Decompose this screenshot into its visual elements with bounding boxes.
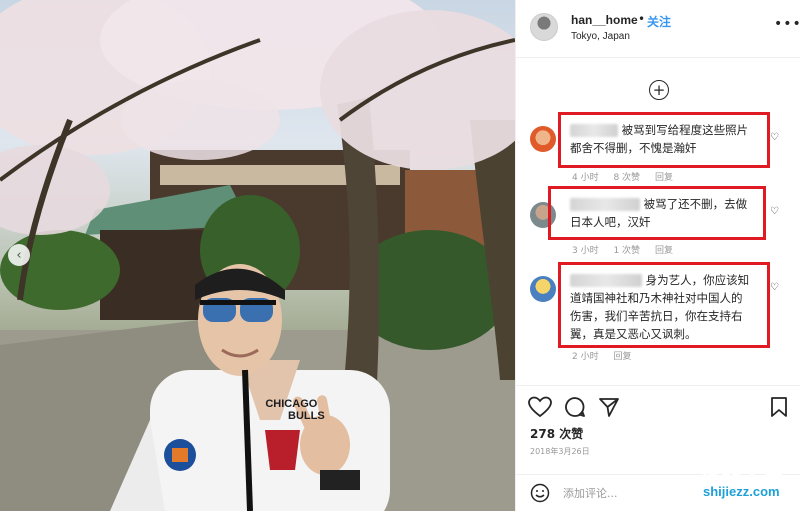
comment-text-line: 都舍不得删，不愧是瀚奸 <box>570 141 697 155</box>
comment-text: 被骂了还不删，去做 日本人吧，汉奸 <box>570 195 747 231</box>
watermark-title: 世界之最 <box>700 461 784 485</box>
heart-icon[interactable] <box>528 396 552 418</box>
comment-text-line: 日本人吧，汉奸 <box>570 215 651 229</box>
post-location[interactable]: Tokyo, Japan <box>571 31 630 42</box>
comment-icon[interactable] <box>564 396 586 418</box>
post-header: han__home • 关注 Tokyo, Japan ••• <box>516 0 800 58</box>
post-date: 2018年3月26日 <box>530 447 590 456</box>
comment-meta: 4 小时 8 次赞 回复 <box>572 170 685 183</box>
previous-photo-button[interactable]: ‹ <box>8 244 30 266</box>
poster-username[interactable]: han__home <box>571 13 638 27</box>
comment-meta: 2 小时 回复 <box>572 349 643 362</box>
comment-time: 3 小时 <box>572 246 599 256</box>
watermark-url: shijiezz.com <box>703 484 780 499</box>
comment-text-line: 被骂到写给程度这些照片 <box>621 123 749 137</box>
comment-item: 被骂到写给程度这些照片 都舍不得删，不愧是瀚奸 ♡ 4 小时 8 次赞 回复 <box>516 112 800 183</box>
photo-illustration <box>0 0 515 511</box>
jacket-brand-line1: CHICAGO <box>265 398 318 410</box>
header-separator: • <box>638 12 646 26</box>
comment-likes[interactable]: 8 次赞 <box>613 173 640 183</box>
site-watermark: 世界之最 shijiezz.com <box>700 462 798 500</box>
post-photo[interactable]: CHICAGO BULLS ‹ <box>0 0 515 511</box>
reply-button[interactable]: 回复 <box>655 246 673 256</box>
comment-text-line: 伤害，我们辛苦抗日，你在支持右 <box>570 309 743 323</box>
load-more-comments-icon[interactable]: + <box>649 80 669 100</box>
comment-text: 被骂到写给程度这些照片 都舍不得删，不愧是瀚奸 <box>570 121 748 157</box>
more-horizontal-icon[interactable]: ••• <box>774 16 800 32</box>
blurred-username <box>570 274 642 287</box>
like-comment-heart-icon[interactable]: ♡ <box>770 132 779 143</box>
commenter-avatar[interactable] <box>530 126 556 152</box>
comment-likes[interactable]: 1 次赞 <box>613 246 640 256</box>
comment-text-line: 身为艺人，你应该知 <box>645 273 750 287</box>
post-side-panel: han__home • 关注 Tokyo, Japan ••• + 被骂到写给程… <box>515 0 800 511</box>
emoji-icon[interactable] <box>530 483 550 503</box>
add-comment-input[interactable]: 添加评论... <box>563 485 618 501</box>
instagram-post-view: CHICAGO BULLS ‹ han__home • 关注 Tokyo, Ja… <box>0 0 800 511</box>
follow-button[interactable]: 关注 <box>647 13 671 30</box>
blurred-username <box>570 198 640 211</box>
bookmark-icon[interactable] <box>770 396 788 418</box>
comment-time: 4 小时 <box>572 173 599 183</box>
share-icon[interactable] <box>598 396 620 418</box>
comment-item: 被骂了还不删，去做 日本人吧，汉奸 ♡ 3 小时 1 次赞 回复 <box>516 186 800 256</box>
jacket-brand-line2: BULLS <box>288 410 325 422</box>
blurred-username <box>570 124 618 137</box>
poster-avatar[interactable] <box>530 13 558 41</box>
comment-text-line: 翼，真是又恶心又讽刺。 <box>570 327 697 341</box>
reply-button[interactable]: 回复 <box>655 173 673 183</box>
comment-time: 2 小时 <box>572 352 599 362</box>
reply-button[interactable]: 回复 <box>613 352 631 362</box>
comment-meta: 3 小时 1 次赞 回复 <box>572 243 685 256</box>
like-comment-heart-icon[interactable]: ♡ <box>770 282 779 293</box>
comment-item: 身为艺人，你应该知 道靖国神社和乃木神社对中国人的 伤害，我们辛苦抗日，你在支持… <box>516 262 800 372</box>
like-count[interactable]: 278 次赞 <box>530 425 583 442</box>
comment-text-line: 被骂了还不删，去做 <box>643 197 748 211</box>
comment-text: 身为艺人，你应该知 道靖国神社和乃木神社对中国人的 伤害，我们辛苦抗日，你在支持… <box>570 271 749 343</box>
commenter-avatar[interactable] <box>530 276 556 302</box>
like-comment-heart-icon[interactable]: ♡ <box>770 206 779 217</box>
chevron-left-icon: ‹ <box>16 247 22 263</box>
jacket-lettering: CHICAGO BULLS <box>258 398 325 422</box>
comment-text-line: 道靖国神社和乃木神社对中国人的 <box>570 291 743 305</box>
